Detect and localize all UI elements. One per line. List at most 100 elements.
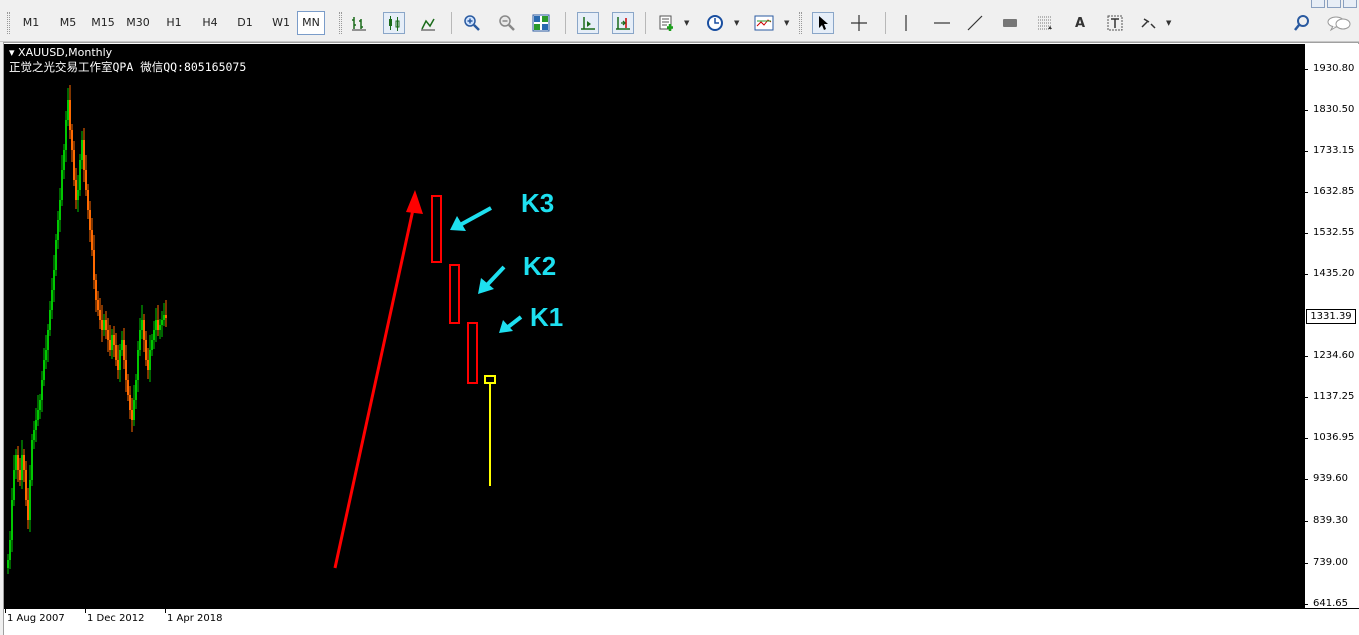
candle-body — [117, 360, 119, 370]
candle-body — [123, 340, 125, 360]
candle-body — [85, 170, 87, 190]
candle-body — [39, 400, 41, 410]
candle-body — [73, 150, 75, 180]
candle-body — [95, 280, 97, 300]
candle-body — [7, 560, 9, 568]
candle-body — [141, 320, 143, 330]
candle-body — [105, 320, 107, 330]
candle-body — [13, 470, 15, 500]
candle-body — [93, 250, 95, 280]
candle-body — [71, 130, 73, 150]
candle-body — [125, 360, 127, 380]
time-label: 1 Apr 2018 — [167, 613, 223, 624]
price-label: 1137.25 — [1313, 391, 1355, 402]
candle-body — [45, 350, 47, 360]
candle-body — [19, 470, 21, 480]
price-tick — [1304, 563, 1308, 564]
candle-body — [111, 335, 113, 350]
price-tick — [1304, 479, 1308, 480]
candle-body — [89, 210, 91, 230]
k2-pointer-arrow[interactable] — [478, 265, 506, 294]
k2-bar[interactable] — [449, 264, 460, 324]
candle-body — [23, 455, 25, 470]
candle-body — [55, 240, 57, 270]
candle-body — [41, 380, 43, 400]
price-label: 1830.50 — [1313, 104, 1355, 115]
k2-label: K2 — [523, 251, 557, 281]
candle-body — [61, 170, 63, 200]
candle-body — [149, 350, 151, 370]
candle-body — [33, 430, 35, 440]
candle-body — [145, 340, 147, 360]
k1-bar[interactable] — [467, 322, 478, 384]
candle-body — [49, 310, 51, 330]
k3-bar[interactable] — [431, 195, 442, 263]
candle-body — [29, 480, 31, 520]
price-tick — [1304, 521, 1308, 522]
candle-body — [163, 315, 165, 320]
price-tick — [1304, 192, 1308, 193]
price-label: 1036.95 — [1313, 432, 1355, 443]
candle-body — [47, 330, 49, 350]
time-tick — [85, 608, 86, 613]
current-bar-body[interactable] — [484, 375, 496, 384]
price-tick — [1304, 356, 1308, 357]
candle-body — [83, 140, 85, 170]
trend-arrow-head — [406, 190, 423, 214]
candle-body — [135, 380, 137, 400]
price-label: 839.30 — [1313, 515, 1348, 526]
candle-body — [79, 160, 81, 190]
candle-body — [133, 400, 135, 420]
candle-body — [115, 345, 117, 360]
candle-body — [161, 320, 163, 325]
price-label: 1234.60 — [1313, 350, 1355, 361]
candle-body — [151, 340, 153, 350]
candle-body — [107, 330, 109, 340]
price-tick — [1304, 438, 1308, 439]
candle-body — [67, 100, 69, 120]
candle-body — [157, 320, 159, 330]
candle-body — [15, 455, 17, 470]
price-tick — [1304, 110, 1308, 111]
candle-body — [139, 330, 141, 350]
candle-body — [97, 300, 99, 310]
candle-body — [9, 540, 11, 560]
candle-body — [127, 380, 129, 395]
k1-label: K1 — [530, 302, 564, 332]
trend-arrow[interactable] — [333, 204, 416, 569]
candle-body — [77, 190, 79, 200]
candle-body — [109, 340, 111, 350]
candle-body — [147, 360, 149, 370]
price-label: 939.60 — [1313, 473, 1348, 484]
candle-body — [119, 350, 121, 370]
price-tick — [1304, 397, 1308, 398]
k1-pointer-arrow[interactable] — [499, 315, 523, 333]
candle-body — [31, 440, 33, 480]
time-tick — [5, 608, 6, 613]
candle-body — [75, 180, 77, 200]
candle-body — [81, 140, 83, 160]
candle-body — [101, 320, 103, 330]
candle-body — [165, 315, 167, 318]
current-price-label: 1331.39 — [1306, 309, 1356, 324]
price-label: 1435.20 — [1313, 268, 1355, 279]
price-tick — [1304, 69, 1308, 70]
candle-body — [69, 100, 71, 130]
k3-pointer-arrow[interactable] — [450, 206, 492, 231]
candle-body — [27, 500, 29, 520]
candle-body — [129, 395, 131, 410]
price-candles — [7, 85, 167, 574]
candle-body — [35, 420, 37, 430]
candle-body — [51, 290, 53, 310]
candle-body — [11, 500, 13, 540]
candle-body — [59, 200, 61, 220]
price-label: 1930.80 — [1313, 63, 1355, 74]
price-tick — [1304, 151, 1308, 152]
candle-body — [17, 455, 19, 470]
price-tick — [1304, 233, 1308, 234]
candle-body — [121, 340, 123, 350]
time-label: 1 Dec 2012 — [87, 613, 145, 624]
candle-body — [155, 320, 157, 330]
chart-drawing — [7, 85, 523, 574]
time-tick — [165, 608, 166, 613]
